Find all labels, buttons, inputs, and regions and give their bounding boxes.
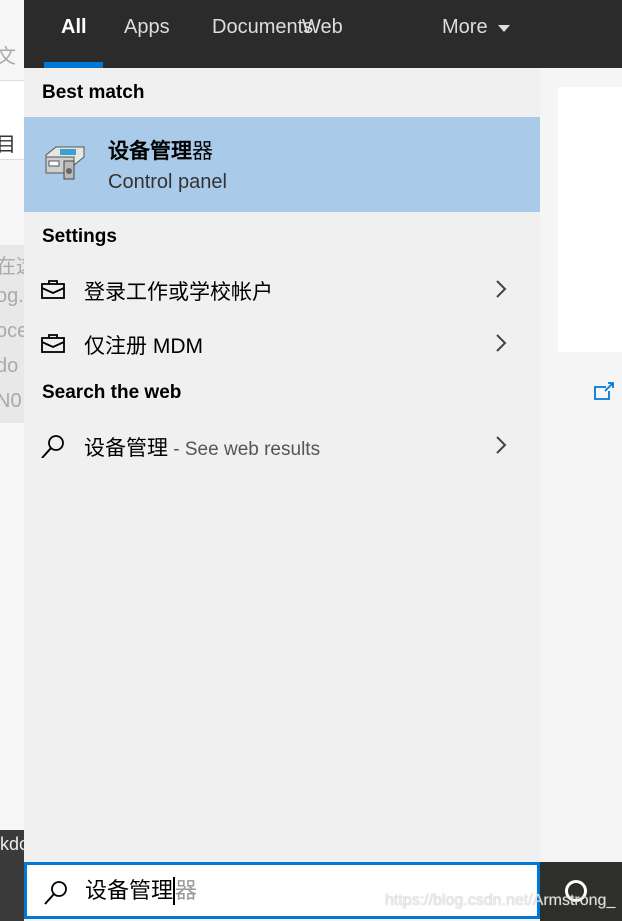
- best-match-subtitle: Control panel: [108, 171, 227, 193]
- open-external-icon[interactable]: [594, 382, 614, 400]
- tab-more[interactable]: More: [442, 16, 511, 39]
- tab-all[interactable]: All: [61, 16, 87, 39]
- web-query: 设备管理: [84, 437, 168, 460]
- best-match-header: Best match: [42, 82, 145, 103]
- briefcase-icon: [41, 280, 65, 299]
- results-panel: Best match 设备管理器 Control panel Settings …: [24, 68, 540, 862]
- search-icon: [41, 435, 64, 458]
- search-autocomplete: 器: [175, 878, 198, 903]
- bg-text: do: [0, 355, 19, 377]
- caret-down-icon: [498, 24, 511, 32]
- bg-text: oce: [0, 320, 24, 342]
- settings-header: Settings: [42, 226, 117, 247]
- bg-text: 目: [0, 134, 16, 156]
- bg-text: kdc: [0, 834, 24, 854]
- settings-item-mdm[interactable]: 仅注册 MDM: [24, 318, 540, 368]
- watermark: https://blog.csdn.net/Armstrong_: [385, 892, 616, 909]
- search-web-header: Search the web: [42, 382, 182, 403]
- bg-text: og.: [0, 285, 24, 307]
- device-manager-icon: [45, 146, 85, 180]
- tab-more-label: More: [442, 16, 488, 38]
- search-input[interactable]: 设备管理 器: [24, 862, 540, 919]
- search-tabs-bar: All Apps Documents Web More: [24, 0, 622, 68]
- best-match-result[interactable]: 设备管理器 Control panel: [24, 117, 540, 212]
- search-typed-text: 设备管理: [85, 877, 176, 905]
- bg-text: N0: [0, 390, 22, 412]
- chevron-right-icon: [496, 436, 507, 454]
- best-match-title: 设备管理器: [108, 140, 213, 163]
- tab-documents[interactable]: Documents: [212, 16, 313, 39]
- briefcase-icon: [41, 334, 65, 353]
- chevron-right-icon: [496, 280, 507, 298]
- web-result[interactable]: 设备管理 - See web results: [24, 420, 540, 470]
- preview-card: [558, 87, 622, 352]
- tab-web[interactable]: Web: [302, 16, 343, 39]
- tab-apps[interactable]: Apps: [124, 16, 170, 39]
- chevron-right-icon: [496, 334, 507, 352]
- background-window: 文 目 在这 og. oce do N0 kdc: [0, 0, 24, 921]
- settings-item-work-account[interactable]: 登录工作或学校帐户: [24, 264, 540, 314]
- bg-text: 在这: [0, 256, 24, 278]
- bg-text: 文: [0, 46, 16, 68]
- web-suffix: - See web results: [168, 439, 321, 460]
- search-icon: [44, 881, 67, 905]
- preview-pane: [540, 68, 622, 862]
